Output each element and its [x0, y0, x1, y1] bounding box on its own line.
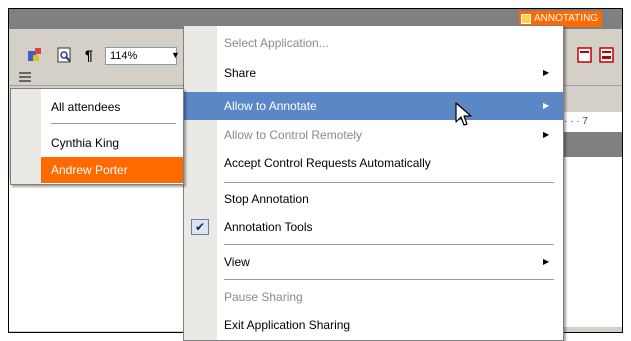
menu-item-label: Accept Control Requests Automatically	[224, 156, 431, 170]
menu-separator	[224, 244, 554, 245]
menu-item-select-application: Select Application...	[184, 29, 563, 57]
submenu-arrow-icon: ▶	[543, 68, 550, 77]
menu-item-label: Exit Application Sharing	[224, 318, 351, 332]
menu-separator	[224, 182, 554, 183]
submenu-item-cynthia-king[interactable]: Cynthia King	[11, 130, 183, 156]
menu-item-exit-application-sharing[interactable]: Exit Application Sharing	[184, 311, 563, 339]
format-painter-icon[interactable]	[27, 47, 43, 63]
submenu-item-andrew-porter[interactable]: Andrew Porter	[41, 157, 183, 183]
menu-item-annotation-tools[interactable]: ✔ Annotation Tools	[184, 213, 563, 241]
pdf-export-icon[interactable]	[599, 47, 615, 63]
checkmark-icon: ✔	[191, 219, 209, 235]
submenu-item-label: Andrew Porter	[51, 163, 128, 177]
annotate-submenu: All attendees Cynthia King Andrew Porter	[10, 88, 184, 185]
left-document-area	[9, 181, 189, 331]
submenu-arrow-icon: ▶	[543, 257, 550, 266]
menu-item-share[interactable]: Share ▶	[184, 59, 563, 87]
submenu-item-label: Cynthia King	[51, 136, 120, 150]
menu-separator	[224, 279, 554, 280]
menu-item-label: Select Application...	[224, 36, 329, 50]
mouse-pointer-icon	[454, 102, 474, 128]
zoom-field[interactable]: 114%	[105, 47, 177, 65]
menu-item-label: Stop Annotation	[224, 192, 309, 206]
menu-item-label: View	[224, 255, 250, 269]
bullets-icon[interactable]	[17, 69, 33, 85]
context-menu: Select Application... Share ▶ Allow to A…	[183, 25, 564, 341]
submenu-arrow-icon: ▶	[543, 101, 550, 110]
annotating-icon	[521, 14, 531, 24]
menu-item-label: Allow to Control Remotely	[224, 128, 363, 142]
menu-item-accept-control-requests[interactable]: Accept Control Requests Automatically	[184, 149, 563, 177]
show-formatting-icon[interactable]: ¶	[85, 47, 93, 63]
print-preview-icon[interactable]	[57, 47, 73, 63]
menu-item-allow-to-annotate[interactable]: Allow to Annotate ▶	[184, 92, 563, 120]
document-area	[564, 157, 622, 327]
menu-item-label: Allow to Annotate	[224, 99, 317, 113]
menu-item-view[interactable]: View ▶	[184, 248, 563, 276]
ruler: · · · 7	[564, 112, 622, 133]
submenu-item-all-attendees[interactable]: All attendees	[11, 94, 183, 120]
menu-item-label: Share	[224, 66, 257, 80]
submenu-item-label: All attendees	[51, 100, 121, 114]
submenu-arrow-icon: ▶	[543, 130, 550, 139]
pdf-icon[interactable]	[577, 47, 593, 63]
chevron-down-icon[interactable]: ▼	[171, 50, 180, 60]
menu-item-label: Annotation Tools	[224, 220, 313, 234]
menu-item-label: Pause Sharing	[224, 290, 303, 304]
menu-item-pause-sharing: Pause Sharing	[184, 283, 563, 311]
menu-item-allow-to-control-remotely: Allow to Control Remotely ▶	[184, 121, 563, 149]
document-header-band	[564, 132, 622, 157]
submenu-separator	[51, 123, 176, 124]
menu-item-stop-annotation[interactable]: Stop Annotation	[184, 185, 563, 213]
